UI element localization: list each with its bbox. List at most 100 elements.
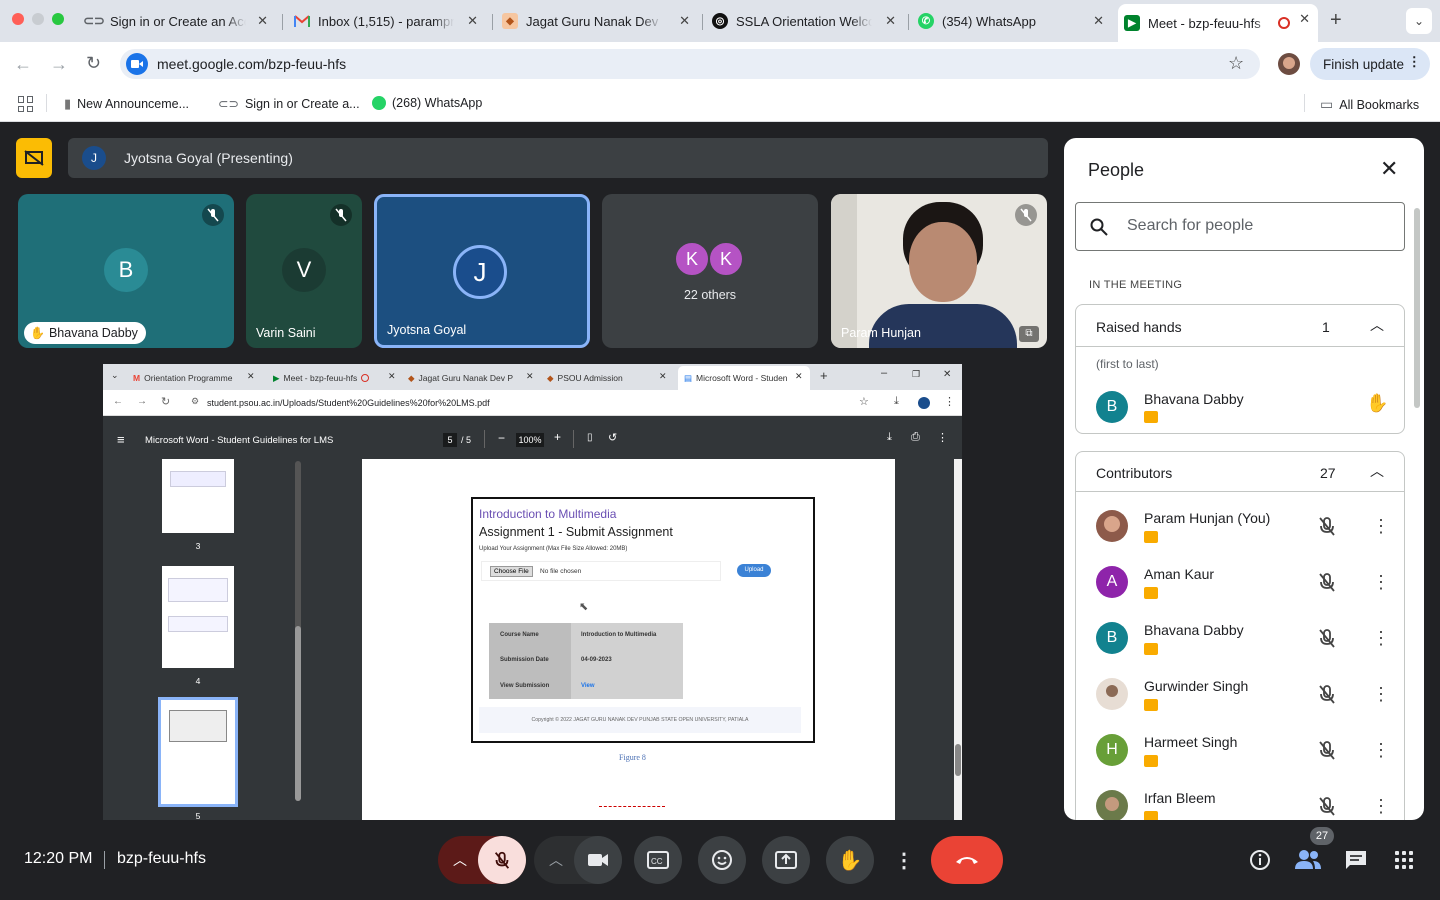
back-icon: ← <box>113 396 123 407</box>
close-tab-icon[interactable]: ✕ <box>1093 13 1104 29</box>
leave-call-button[interactable] <box>931 836 1003 884</box>
upload-note: Upload Your Assignment (Max File Size Al… <box>479 546 628 552</box>
close-tab-icon[interactable]: ✕ <box>885 13 896 29</box>
apps-grid-icon[interactable] <box>18 96 34 112</box>
raised-hands-header[interactable]: Raised hands 1 ︿ <box>1076 305 1404 347</box>
close-tab-icon[interactable]: ✕ <box>679 13 690 29</box>
minimize-window-button[interactable] <box>32 13 44 25</box>
all-bookmarks-button[interactable]: ▭ All Bookmarks <box>1320 96 1419 113</box>
profile-avatar <box>918 397 930 409</box>
close-tab-icon[interactable]: ✕ <box>1299 11 1310 27</box>
participant-tile[interactable]: B ✋ Bhavana Dabby <box>18 194 234 348</box>
finish-update-button[interactable]: Finish update ⋮ <box>1310 48 1430 80</box>
university-icon: ◆ <box>502 13 518 29</box>
camera-options-chevron-icon[interactable]: ︿ <box>549 850 563 870</box>
browser-tab-active[interactable]: ▶ Meet - bzp-feuu-hfs ✕ <box>1118 4 1318 42</box>
mic-off-icon[interactable] <box>1316 627 1338 649</box>
browser-tab[interactable]: ✆ (354) WhatsApp ✕ <box>912 6 1112 36</box>
participant-tile-active-speaker[interactable]: J Jyotsna Goyal <box>374 194 590 348</box>
browser-tab[interactable]: ◎ SSLA Orientation Welco ✕ <box>706 6 904 36</box>
download-icon: ⤓ <box>887 431 892 443</box>
participant-row[interactable]: Param Hunjan (You) ⋮ <box>1076 499 1406 555</box>
present-icon <box>775 851 797 869</box>
participant-row[interactable]: Irfan Bleem ⋮ <box>1076 779 1406 820</box>
close-tab-icon[interactable]: ✕ <box>467 13 478 29</box>
participant-row[interactable]: A Aman Kaur ⋮ <box>1076 555 1406 611</box>
tab-divider <box>702 14 703 30</box>
presenter-bar: J Jyotsna Goyal (Presenting) <box>68 138 1048 178</box>
reload-icon[interactable]: ↻ <box>86 53 101 74</box>
more-options-icon[interactable]: ⋮ <box>1372 795 1390 817</box>
participant-tile[interactable]: V Varin Saini <box>246 194 362 348</box>
participant-row[interactable]: H Harmeet Singh ⋮ <box>1076 723 1406 779</box>
mic-off-icon[interactable] <box>1316 739 1338 761</box>
close-tab-icon[interactable]: ✕ <box>257 13 268 29</box>
mic-off-icon <box>1015 204 1037 226</box>
search-people-input[interactable]: Search for people <box>1075 202 1405 251</box>
figure-screenshot: Introduction to Multimedia Assignment 1 … <box>471 497 815 743</box>
bookmark-star-icon[interactable]: ☆ <box>1228 53 1244 74</box>
mic-toggle-button[interactable] <box>478 836 526 884</box>
person-name: Harmeet Singh <box>1144 734 1238 750</box>
mic-off-icon[interactable] <box>1316 795 1338 817</box>
divider <box>104 851 105 869</box>
contributors-header[interactable]: Contributors 27 ︿ <box>1076 452 1404 492</box>
more-options-button[interactable]: ⋮ <box>890 836 918 884</box>
chat-button[interactable] <box>1344 849 1368 871</box>
present-now-button[interactable] <box>762 836 810 884</box>
panel-scrollbar[interactable] <box>1414 208 1420 408</box>
browser-tab[interactable]: ◆ Jagat Guru Nanak Dev P ✕ <box>496 6 698 36</box>
bookmark-item[interactable]: (268) WhatsApp <box>372 96 482 110</box>
mic-off-icon[interactable] <box>1316 515 1338 537</box>
close-panel-icon[interactable]: ✕ <box>1380 156 1398 182</box>
new-tab-button[interactable]: + <box>1330 9 1342 32</box>
activities-grid-icon[interactable] <box>1395 851 1413 869</box>
camera-icon <box>588 854 608 866</box>
more-options-icon[interactable]: ⋮ <box>1372 627 1390 649</box>
raise-hand-button[interactable]: ✋ <box>826 836 874 884</box>
more-options-icon[interactable]: ⋮ <box>1372 683 1390 705</box>
host-badge-icon <box>1144 531 1158 543</box>
forward-icon[interactable]: → <box>50 54 68 75</box>
maximize-window-button[interactable] <box>52 13 64 25</box>
avatar: H <box>1096 734 1128 766</box>
camera-toggle-button[interactable] <box>574 836 622 884</box>
more-options-icon[interactable]: ⋮ <box>1372 571 1390 593</box>
more-options-icon[interactable]: ⋮ <box>1372 739 1390 761</box>
bookmark-item[interactable]: ⊂⊃ Sign in or Create a... <box>218 96 360 112</box>
presentation-off-button[interactable] <box>16 138 52 178</box>
picture-in-picture-icon[interactable]: ⧉ <box>1019 326 1039 342</box>
url-text: meet.google.com/bzp-feuu-hfs <box>157 56 347 72</box>
browser-tab[interactable]: ⊂⊃ Sign in or Create an Acc ✕ <box>80 6 276 36</box>
browser-tab[interactable]: Inbox (1,515) - parampre ✕ <box>288 6 486 36</box>
meeting-details-button[interactable] <box>1248 848 1272 872</box>
view-link: View <box>581 683 595 689</box>
close-window-button[interactable] <box>12 13 24 25</box>
tab-search-chevron-icon[interactable]: ⌄ <box>1406 8 1432 34</box>
people-button[interactable] <box>1294 848 1322 872</box>
raised-hand-icon[interactable]: ✋ <box>1366 393 1388 414</box>
minimize-icon: – <box>881 367 888 379</box>
mic-off-icon[interactable] <box>1316 571 1338 593</box>
back-icon[interactable]: ← <box>14 54 32 75</box>
site-info-icon[interactable] <box>126 53 148 75</box>
address-bar[interactable]: meet.google.com/bzp-feuu-hfs ☆ <box>120 49 1260 79</box>
profile-avatar[interactable] <box>1278 53 1300 75</box>
close-tab-icon: ✕ <box>388 371 396 381</box>
avatar <box>1096 678 1128 710</box>
participant-row[interactable]: Gurwinder Singh ⋮ <box>1076 667 1406 723</box>
clock: 12:20 PM <box>24 850 93 867</box>
others-tile[interactable]: K K 22 others <box>602 194 818 348</box>
participant-video-tile[interactable]: Param Hunjan ⧉ <box>831 194 1047 348</box>
emoji-reactions-button[interactable] <box>698 836 746 884</box>
captions-button[interactable]: CC <box>634 836 682 884</box>
submission-table: Course Name Introduction to Multimedia S… <box>489 623 683 699</box>
course-link: Introduction to Multimedia <box>479 507 617 521</box>
participant-row[interactable]: B Bhavana Dabby ⋮ <box>1076 611 1406 667</box>
mic-off-icon[interactable] <box>1316 683 1338 705</box>
more-options-icon[interactable]: ⋮ <box>1372 515 1390 537</box>
bookmark-item[interactable]: ▮ New Announceme... <box>64 96 189 112</box>
recording-icon <box>361 374 370 382</box>
close-window-icon: ✕ <box>943 369 952 380</box>
mic-options-chevron-icon[interactable]: ︿ <box>453 850 467 870</box>
